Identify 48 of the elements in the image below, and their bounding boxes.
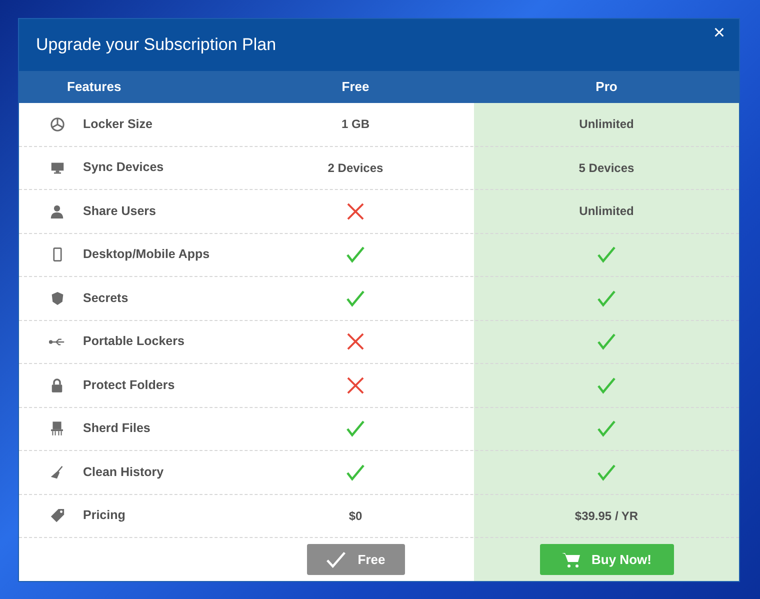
close-button[interactable]: ×: [713, 23, 725, 43]
feature-icon: [49, 338, 65, 346]
cross-icon: [347, 376, 364, 394]
check-icon: [597, 376, 616, 394]
feature-icon: [50, 116, 64, 132]
feature-label: Desktop/Mobile Apps: [83, 246, 210, 264]
feature-label: Sync Devices: [83, 159, 164, 176]
feature-label: Secrets: [83, 290, 128, 307]
check-icon: [346, 420, 365, 438]
feature-label: Locker Size: [83, 116, 152, 133]
feature-icon: [51, 421, 63, 436]
table-cell-text: Unlimited: [579, 116, 634, 134]
window-title: Upgrade your Subscription Plan: [36, 34, 276, 56]
check-icon: [597, 333, 616, 350]
table-cell-text: $39.95 / YR: [574, 508, 638, 525]
column-header: Pro: [594, 78, 618, 96]
table-cell-text: $0: [348, 508, 362, 525]
feature-icon: [50, 204, 64, 219]
table-cell-text: 1 GB: [341, 116, 370, 134]
check-icon: [326, 551, 346, 568]
feature-label: Share Users: [83, 202, 156, 220]
feature-icon: [51, 378, 63, 393]
cart-icon: [562, 552, 580, 568]
feature-label: Pricing: [83, 507, 126, 524]
feature-label: Sherd Files: [83, 420, 150, 438]
table-cell-text: 5 Devices: [578, 160, 634, 177]
buy-now-button[interactable]: Buy Now!: [540, 544, 674, 575]
feature-icon: [50, 508, 64, 524]
feature-label: Portable Lockers: [83, 333, 184, 350]
feature-label: Clean History: [83, 464, 164, 481]
column-header: Features: [66, 78, 122, 96]
check-icon: [346, 246, 365, 264]
feature-icon: [50, 290, 64, 306]
check-icon: [597, 246, 616, 264]
check-icon: [346, 290, 365, 307]
feature-icon: [50, 160, 64, 175]
feature-icon: [52, 247, 62, 262]
check-icon: [597, 290, 616, 307]
check-icon: [597, 420, 616, 438]
check-icon: [346, 464, 365, 481]
table-cell-text: 2 Devices: [328, 160, 384, 177]
cross-icon: [347, 202, 364, 220]
check-icon: [597, 464, 616, 481]
column-header: Free: [340, 78, 370, 96]
feature-icon: [50, 464, 64, 480]
feature-label: Protect Folders: [83, 376, 175, 394]
table-cell-text: Unlimited: [579, 203, 634, 220]
cross-icon: [347, 333, 364, 350]
